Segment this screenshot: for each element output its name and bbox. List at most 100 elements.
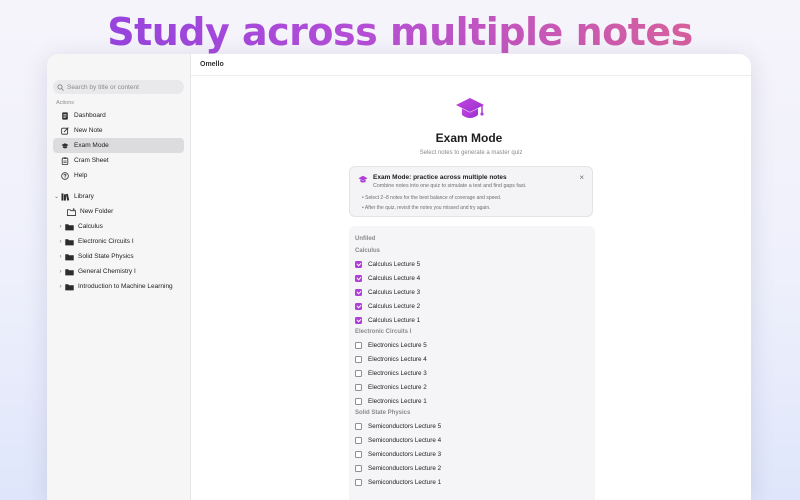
note-item[interactable]: Semiconductors Lecture 1 (349, 475, 595, 489)
nav-cram-sheet[interactable]: Cram Sheet (53, 153, 184, 168)
folder-row[interactable]: › Electronic Circuits I (53, 234, 184, 249)
chevron-right-icon[interactable]: › (57, 269, 64, 275)
folder-row[interactable]: › General Chemistry I (53, 264, 184, 279)
folder-label: Introduction to Machine Learning (78, 283, 173, 290)
note-checkbox[interactable] (355, 274, 362, 282)
info-bullet: • After the quiz, revisit the notes you … (362, 205, 491, 211)
group-label: Electronic Circuits I (355, 329, 412, 335)
note-item[interactable]: Electronics Lecture 4 (349, 352, 595, 366)
search-box[interactable] (53, 80, 184, 94)
note-label: Semiconductors Lecture 4 (368, 436, 442, 444)
note-label: Electronics Lecture 1 (368, 397, 427, 405)
folder-label: Electronic Circuits I (78, 238, 134, 245)
graduation-cap-icon (358, 175, 368, 183)
note-checkbox[interactable] (355, 341, 362, 349)
note-item[interactable]: Semiconductors Lecture 2 (349, 461, 595, 475)
graduation-cap-icon (61, 142, 69, 150)
nav-help[interactable]: Help (53, 168, 184, 183)
note-label: Calculus Lecture 3 (368, 288, 421, 296)
note-checkbox[interactable] (355, 422, 362, 430)
note-label: Semiconductors Lecture 3 (368, 450, 442, 458)
note-item[interactable]: Calculus Lecture 5 (349, 257, 595, 271)
folder-icon (65, 253, 74, 261)
note-item[interactable]: Electronics Lecture 3 (349, 366, 595, 380)
note-checkbox[interactable] (355, 464, 362, 472)
search-input[interactable] (67, 83, 177, 91)
info-bullet: • Select 2–8 notes for the best balance … (362, 195, 502, 201)
new-folder-icon (67, 207, 76, 216)
app-title: Omello (191, 54, 751, 76)
note-label: Electronics Lecture 2 (368, 383, 427, 391)
chevron-right-icon[interactable]: › (57, 284, 64, 290)
note-item[interactable]: Calculus Lecture 1 (349, 313, 595, 327)
folder-icon (65, 268, 74, 276)
folder-row[interactable]: › Calculus (53, 219, 184, 234)
note-checkbox[interactable] (355, 316, 362, 324)
note-item[interactable]: Semiconductors Lecture 3 (349, 447, 595, 461)
unfiled-label: Unfiled (355, 236, 376, 242)
note-checkbox[interactable] (355, 369, 362, 377)
library-label: Library (74, 193, 94, 200)
nav-dashboard[interactable]: Dashboard (53, 108, 184, 123)
clipboard-icon (61, 156, 69, 165)
sidebar: Actions Dashboard New Note Exam Mode Cra… (47, 54, 191, 500)
note-label: Semiconductors Lecture 1 (368, 478, 442, 486)
headline: Study across multiple notes (0, 10, 800, 54)
close-icon[interactable]: × (579, 174, 584, 182)
note-checkbox[interactable] (355, 397, 362, 405)
note-label: Semiconductors Lecture 5 (368, 422, 442, 430)
group-label: Solid State Physics (355, 410, 411, 416)
chevron-right-icon[interactable]: › (57, 224, 64, 230)
folder-icon (65, 223, 74, 231)
library-icon (61, 192, 70, 201)
note-checkbox[interactable] (355, 478, 362, 486)
actions-label: Actions (56, 100, 75, 106)
new-folder-label: New Folder (80, 208, 114, 215)
chevron-down-icon[interactable]: ⌄ (53, 193, 60, 200)
folder-icon (65, 238, 74, 246)
note-item[interactable]: Calculus Lecture 3 (349, 285, 595, 299)
nav-exam-mode[interactable]: Exam Mode (53, 138, 184, 153)
note-label: Calculus Lecture 1 (368, 316, 421, 324)
nav-label: Dashboard (74, 112, 106, 119)
chevron-right-icon[interactable]: › (57, 254, 64, 260)
note-label: Calculus Lecture 2 (368, 302, 421, 310)
note-item[interactable]: Electronics Lecture 5 (349, 338, 595, 352)
note-checkbox[interactable] (355, 355, 362, 363)
folder-label: Calculus (78, 223, 103, 230)
note-checkbox[interactable] (355, 383, 362, 391)
notes-list: Unfiled Calculus Calculus Lecture 5 Calc… (349, 226, 595, 500)
info-title: Exam Mode: practice across multiple note… (373, 174, 507, 181)
graduation-cap-icon (456, 98, 484, 118)
note-item[interactable]: Semiconductors Lecture 4 (349, 433, 595, 447)
note-checkbox[interactable] (355, 302, 362, 310)
library-row[interactable]: ⌄ Library (53, 189, 184, 204)
note-item[interactable]: Electronics Lecture 1 (349, 394, 595, 408)
folder-row[interactable]: › Solid State Physics (53, 249, 184, 264)
nav-label: Exam Mode (74, 142, 109, 149)
note-checkbox[interactable] (355, 260, 362, 268)
folder-label: Solid State Physics (78, 253, 134, 260)
note-checkbox[interactable] (355, 288, 362, 296)
folder-icon (65, 283, 74, 291)
group-label: Calculus (355, 248, 381, 254)
search-icon (57, 83, 64, 91)
nav-new-note[interactable]: New Note (53, 123, 184, 138)
note-label: Semiconductors Lecture 2 (368, 464, 442, 472)
note-item[interactable]: Calculus Lecture 4 (349, 271, 595, 285)
note-checkbox[interactable] (355, 436, 362, 444)
new-note-icon (61, 126, 69, 135)
chevron-right-icon[interactable]: › (57, 239, 64, 245)
folder-row[interactable]: › Introduction to Machine Learning (53, 279, 184, 294)
info-card: Exam Mode: practice across multiple note… (349, 166, 593, 217)
help-circle-icon (61, 171, 69, 180)
nav-label: New Note (74, 127, 103, 134)
note-checkbox[interactable] (355, 450, 362, 458)
note-item[interactable]: Semiconductors Lecture 5 (349, 419, 595, 433)
note-item[interactable]: Electronics Lecture 2 (349, 380, 595, 394)
new-folder-button[interactable]: New Folder (53, 204, 184, 219)
folder-label: General Chemistry I (78, 268, 136, 275)
nav-label: Cram Sheet (74, 157, 109, 164)
note-item[interactable]: Calculus Lecture 2 (349, 299, 595, 313)
note-label: Electronics Lecture 4 (368, 355, 427, 363)
